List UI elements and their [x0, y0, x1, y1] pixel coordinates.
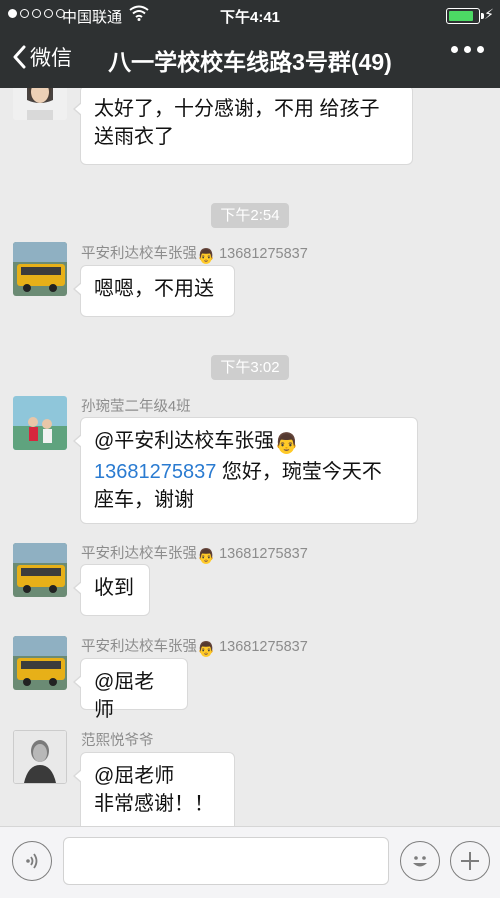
- more-icon: [451, 46, 458, 53]
- top-bar: 中国联通 下午4:41 ⚡ 微信 八一学校校车线路3号群(49): [0, 0, 500, 88]
- man-face-icon: 👨: [197, 642, 216, 658]
- message-text: 座车，谢谢: [94, 489, 194, 511]
- message-text: @屈老师: [94, 765, 175, 787]
- avatar[interactable]: [13, 730, 67, 784]
- input-bar: [0, 826, 500, 898]
- message-bubble[interactable]: 太好了，十分感谢，不用 给孩子 送雨衣了: [73, 88, 413, 165]
- man-face-icon: 👨: [197, 549, 216, 565]
- charging-icon: ⚡: [484, 6, 494, 22]
- navigation-bar: 微信 八一学校校车线路3号群(49): [0, 30, 500, 88]
- avatar[interactable]: [13, 88, 67, 120]
- avatar[interactable]: [13, 636, 67, 690]
- message-text: 嗯嗯，不用送: [94, 278, 214, 300]
- status-bar: 中国联通 下午4:41 ⚡: [0, 0, 500, 30]
- sender-name: 平安利达校车张强👨 13681275837: [81, 246, 308, 265]
- timestamp: 下午3:02: [0, 355, 500, 380]
- message-bubble[interactable]: @平安利达校车张强👨 13681275837 您好，琬莹今天不 座车，谢谢: [73, 417, 418, 524]
- message-bubble[interactable]: @屈老师 非常感谢！！: [73, 752, 235, 826]
- message-text: 您好，琬莹今天不: [216, 461, 382, 483]
- battery-icon: [446, 8, 484, 24]
- sender-name: 孙琬莹二年级4班: [81, 399, 191, 415]
- voice-button[interactable]: [12, 841, 52, 881]
- avatar[interactable]: [13, 543, 67, 597]
- mention-text: @平安利达校车张强: [94, 430, 275, 452]
- plus-icon: [461, 852, 479, 870]
- more-button[interactable]: [451, 46, 484, 53]
- man-face-icon: 👨: [274, 433, 300, 455]
- message-bubble[interactable]: 收到: [73, 564, 150, 616]
- sender-name: 范熙悦爷爷: [81, 733, 154, 749]
- timestamp: 下午2:54: [0, 203, 500, 228]
- avatar[interactable]: [13, 242, 67, 296]
- message-bubble[interactable]: 嗯嗯，不用送: [73, 265, 235, 317]
- message-input[interactable]: [63, 837, 389, 885]
- message-bubble[interactable]: @屈老师: [73, 658, 188, 721]
- message-text: @屈老师: [94, 671, 155, 721]
- message-text: 太好了，十分感谢，不用 给孩子 送雨衣了: [94, 98, 380, 148]
- man-face-icon: 👨: [197, 249, 216, 265]
- sender-name: 平安利达校车张强👨 13681275837: [81, 546, 308, 565]
- emoji-icon: [413, 856, 427, 867]
- status-time: 下午4:41: [219, 9, 281, 26]
- phone-link[interactable]: 13681275837: [94, 461, 216, 483]
- sender-name: 平安利达校车张强👨 13681275837: [81, 639, 308, 658]
- chat-area[interactable]: 太好了，十分感谢，不用 给孩子 送雨衣了 下午2:54 平安利达校车张强👨 13…: [0, 88, 500, 826]
- add-button[interactable]: [450, 841, 490, 881]
- page-title: 八一学校校车线路3号群(49): [108, 49, 392, 75]
- avatar[interactable]: [13, 396, 67, 450]
- message-text: 非常感谢！！: [94, 793, 214, 815]
- emoji-button[interactable]: [400, 841, 440, 881]
- message-text: 收到: [94, 577, 134, 599]
- voice-icon: [26, 853, 38, 869]
